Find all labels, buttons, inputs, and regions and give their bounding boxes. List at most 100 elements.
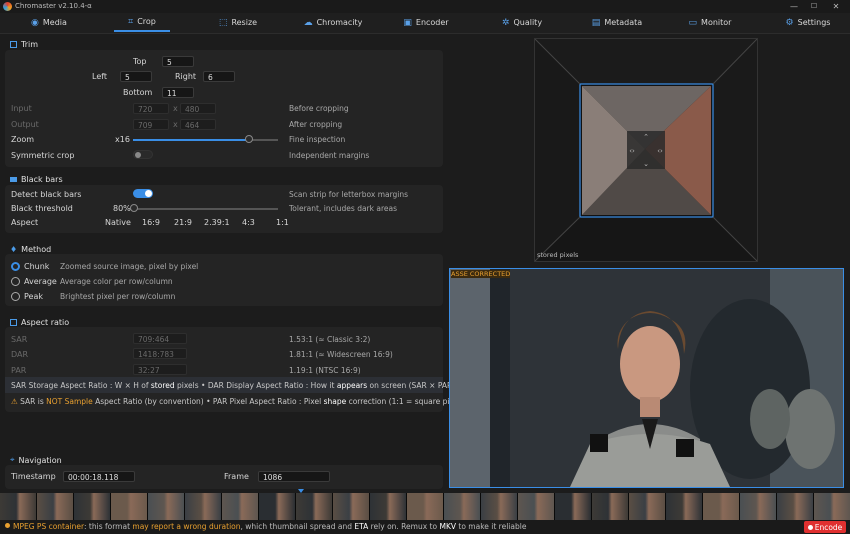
film-icon: ◉ bbox=[31, 17, 39, 28]
tab-media[interactable]: ◉ Media bbox=[22, 13, 76, 32]
close-button[interactable]: ✕ bbox=[829, 1, 843, 12]
threshold-value: 80% bbox=[113, 204, 131, 213]
navigation-icon: ⌖ bbox=[10, 455, 15, 464]
thumbnail-frame[interactable] bbox=[259, 493, 296, 520]
tab-quality[interactable]: ✲ Quality bbox=[494, 13, 550, 32]
output-height: 464 bbox=[180, 119, 216, 130]
crop-icon bbox=[10, 41, 17, 48]
method-header: ♦ Method bbox=[10, 245, 52, 254]
input-height: 480 bbox=[180, 103, 216, 114]
app-logo-icon bbox=[3, 2, 12, 11]
navigation-header: ⌖ Navigation bbox=[10, 455, 62, 465]
tab-encoder[interactable]: ▣ Encoder bbox=[398, 13, 454, 32]
method-chunk-label[interactable]: Chunk bbox=[24, 262, 49, 271]
thumbnail-frame[interactable] bbox=[222, 493, 259, 520]
top-input[interactable]: 5 bbox=[162, 56, 194, 67]
video-frame-preview[interactable]: ASSE CORRECTED bbox=[449, 268, 844, 488]
right-input[interactable]: 6 bbox=[203, 71, 235, 82]
cloud-icon: ☁ bbox=[303, 17, 313, 28]
tab-metadata[interactable]: ▤ Metadata bbox=[586, 13, 648, 32]
preview-caption: stored pixels bbox=[537, 251, 579, 259]
thumbnail-frame[interactable] bbox=[555, 493, 592, 520]
thumbnail-frame[interactable] bbox=[0, 493, 37, 520]
method-average-label[interactable]: Average bbox=[24, 277, 57, 286]
zoom-note: Fine inspection bbox=[289, 135, 346, 144]
maximize-button[interactable]: ☐ bbox=[807, 1, 821, 12]
aspect-21-9[interactable]: 21:9 bbox=[174, 218, 192, 227]
playhead-marker[interactable] bbox=[298, 489, 304, 493]
zoom-slider-handle[interactable] bbox=[245, 135, 253, 143]
trim-preview[interactable]: ⌃ ⌄ ‹› ‹› stored pixels bbox=[534, 38, 758, 262]
method-chunk-radio[interactable] bbox=[11, 262, 20, 271]
tab-resize[interactable]: ⬚ Resize bbox=[210, 13, 266, 32]
warning-icon: ⚠ bbox=[11, 397, 18, 406]
thumbnail-frame[interactable] bbox=[518, 493, 555, 520]
thumbnail-frame[interactable] bbox=[444, 493, 481, 520]
tab-chromacity[interactable]: ☁ Chromacity bbox=[298, 13, 368, 32]
tab-monitor[interactable]: ▭ Monitor bbox=[682, 13, 738, 32]
left-input[interactable]: 5 bbox=[120, 71, 152, 82]
input-label: Input bbox=[11, 104, 32, 113]
trim-header: Trim bbox=[10, 40, 38, 49]
dar-desc: 1.81:1 (≈ Widescreen 16:9) bbox=[289, 350, 393, 359]
aspect-1-1[interactable]: 1:1 bbox=[276, 218, 289, 227]
output-note: After cropping bbox=[289, 120, 343, 129]
thumbnail-frame[interactable] bbox=[148, 493, 185, 520]
status-bar: MPEG PS container: this format may repor… bbox=[0, 520, 850, 534]
aspect-native[interactable]: Native bbox=[105, 218, 131, 227]
thumbnail-frame[interactable] bbox=[333, 493, 370, 520]
thumbnail-frame[interactable] bbox=[407, 493, 444, 520]
thumbnail-frame[interactable] bbox=[185, 493, 222, 520]
aspect-label: Aspect bbox=[11, 218, 39, 227]
tab-settings[interactable]: ⚙ Settings bbox=[778, 13, 838, 32]
ratio-icon bbox=[10, 319, 17, 326]
frame-input[interactable]: 1086 bbox=[258, 471, 330, 482]
minimize-button[interactable]: — bbox=[787, 1, 801, 12]
zoom-label: Zoom bbox=[11, 135, 35, 144]
settings-icon: ⚙ bbox=[785, 17, 794, 28]
par-value: 32:27 bbox=[133, 364, 187, 375]
thumbnail-frame[interactable] bbox=[777, 493, 814, 520]
method-peak-radio[interactable] bbox=[11, 292, 20, 301]
info-line-2: ⚠ SAR is NOT Sample Aspect Ratio (by con… bbox=[11, 397, 468, 406]
app-title: Chromaster v2.10.4-α bbox=[15, 2, 92, 10]
thumbnail-frame[interactable] bbox=[703, 493, 740, 520]
encode-button[interactable]: Encode bbox=[804, 521, 846, 533]
method-peak-label[interactable]: Peak bbox=[24, 292, 43, 301]
pin-icon: ♦ bbox=[10, 245, 18, 254]
thumbnail-frame[interactable] bbox=[666, 493, 703, 520]
thumbnail-frame[interactable] bbox=[111, 493, 148, 520]
timestamp-input[interactable]: 00:00:18.118 bbox=[63, 471, 135, 482]
method-average-radio[interactable] bbox=[11, 277, 20, 286]
threshold-slider-handle[interactable] bbox=[130, 204, 138, 212]
thumbnail-frame[interactable] bbox=[74, 493, 111, 520]
sar-value: 709:464 bbox=[133, 333, 187, 344]
aspect-4-3[interactable]: 4:3 bbox=[242, 218, 255, 227]
svg-text:‹›: ‹› bbox=[657, 147, 663, 155]
dar-label: DAR bbox=[11, 350, 29, 359]
thumbnail-frame[interactable] bbox=[740, 493, 777, 520]
symmetric-toggle[interactable] bbox=[133, 150, 153, 159]
aspect-2-39-1[interactable]: 2.39:1 bbox=[204, 218, 230, 227]
detect-toggle[interactable] bbox=[133, 189, 153, 198]
svg-text:⌄: ⌄ bbox=[643, 160, 649, 168]
right-label: Right bbox=[175, 72, 197, 81]
thumbnail-frame[interactable] bbox=[481, 493, 518, 520]
symmetric-note: Independent margins bbox=[289, 151, 370, 160]
detect-label: Detect black bars bbox=[11, 190, 82, 199]
aspect-16-9[interactable]: 16:9 bbox=[142, 218, 160, 227]
thumbnail-frame[interactable] bbox=[296, 493, 333, 520]
thumbnail-frame[interactable] bbox=[592, 493, 629, 520]
threshold-slider-track[interactable] bbox=[133, 208, 278, 210]
thumbnail-frame[interactable] bbox=[37, 493, 74, 520]
thumbnail-strip[interactable] bbox=[0, 493, 850, 520]
bottom-input[interactable]: 11 bbox=[162, 87, 194, 98]
tab-crop[interactable]: ⌗ Crop bbox=[114, 13, 170, 32]
thumbnail-frame[interactable] bbox=[629, 493, 666, 520]
thumbnail-frame[interactable] bbox=[814, 493, 850, 520]
aspect-ratio-header: Aspect ratio bbox=[10, 318, 69, 327]
thumbnail-frame[interactable] bbox=[370, 493, 407, 520]
times-sign: x bbox=[173, 120, 178, 129]
bottom-label: Bottom bbox=[123, 88, 153, 97]
preview-watermark: ASSE CORRECTED bbox=[451, 270, 511, 278]
